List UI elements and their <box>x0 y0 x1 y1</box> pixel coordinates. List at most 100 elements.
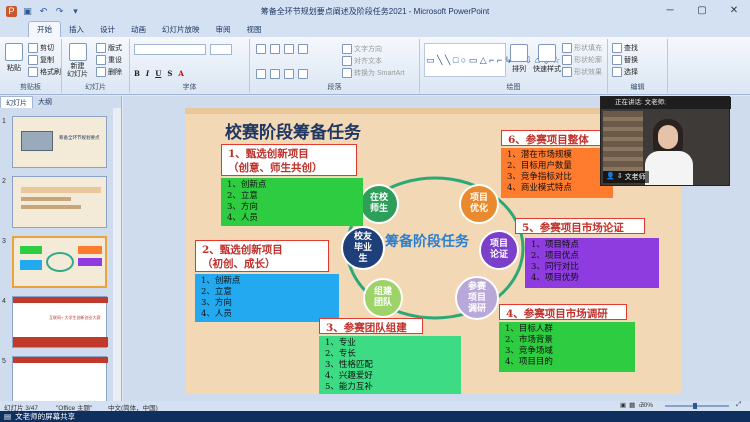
thumb-block <box>20 260 42 270</box>
section-6-list: 1、潜在市场规模 2、目标用户数量 3、竞争指标对比 4、商业模式特点 <box>501 148 613 198</box>
clipboard-group-label: 剪贴板 <box>20 84 41 91</box>
underline-icon[interactable]: U <box>155 69 161 78</box>
speaker-label: 👤 ⇩ 文老师 <box>603 171 649 183</box>
smartart-button[interactable]: 转换为 SmartArt <box>342 68 405 78</box>
font-color-icon[interactable]: A <box>178 69 183 78</box>
copy-icon <box>28 55 38 65</box>
layout-button[interactable]: 版式 <box>96 43 122 53</box>
slides-group-label: 幻灯片 <box>85 84 106 91</box>
copy-button[interactable]: 复制 <box>28 55 54 65</box>
font-size-select[interactable] <box>210 44 232 55</box>
slide-thumbnail-2[interactable] <box>12 176 107 228</box>
font-family-select[interactable] <box>134 44 206 55</box>
tab-design[interactable]: 设计 <box>92 22 123 37</box>
text-direction-button[interactable]: 文字方向 <box>342 44 382 54</box>
find-button[interactable]: 查找 <box>612 43 638 53</box>
list-item: 2、立意 <box>201 287 232 297</box>
italic-icon[interactable]: I <box>146 69 149 78</box>
slide-thumbnail-1[interactable]: 筹备全环节规划要点 <box>12 116 107 168</box>
paragraph-group: 文字方向 对齐文本 转换为 SmartArt 段落 <box>250 39 420 93</box>
format-painter-button[interactable]: 格式刷 <box>28 67 61 77</box>
zoom-level[interactable]: 70% <box>640 402 653 409</box>
screen-share-icon: ▤ <box>4 412 12 421</box>
delete-slide-button[interactable]: 删除 <box>96 67 122 77</box>
list-item: 2、项目优点 <box>531 251 579 261</box>
shape-fill-button[interactable]: 形状填充 <box>562 43 602 53</box>
align-center-icon[interactable] <box>270 69 280 79</box>
list-item: 4、人员 <box>227 213 258 223</box>
align-text-icon <box>342 56 352 66</box>
tab-home[interactable]: 开始 <box>28 21 61 37</box>
smartart-icon <box>342 68 352 78</box>
align-text-button[interactable]: 对齐文本 <box>342 56 382 66</box>
indent-icon[interactable] <box>284 44 294 54</box>
tab-insert[interactable]: 插入 <box>61 22 92 37</box>
thumb-bar <box>13 337 108 347</box>
slides-group: 新建 幻灯片 版式 重设 删除 幻灯片 <box>62 39 130 93</box>
justify-icon[interactable] <box>298 69 308 79</box>
shape-effects-button[interactable]: 形状效果 <box>562 67 602 77</box>
replace-icon <box>612 55 622 65</box>
quick-styles-button[interactable]: 快速样式 <box>533 44 561 74</box>
replace-button[interactable]: 替换 <box>612 55 638 65</box>
tab-slideshow[interactable]: 幻灯片放映 <box>154 22 208 37</box>
cut-button[interactable]: 剪切 <box>28 43 54 53</box>
thumb-number: 3 <box>2 238 6 245</box>
list-item: 4、兴趣爱好 <box>325 371 373 381</box>
list-item: 3、方向 <box>201 298 232 308</box>
screen-share-bar: ▤ 文老师的屏幕共享 <box>0 411 750 422</box>
thumb-number: 5 <box>2 358 6 365</box>
tab-outline-panel[interactable]: 大纲 <box>33 96 57 108</box>
speaker-face <box>658 125 678 149</box>
mic-icon: ⇩ <box>616 173 623 180</box>
fit-to-window-icon[interactable]: ⤢ <box>736 401 741 409</box>
shapes-gallery[interactable]: ▭ ╲ ╲ □ ○ ▭ △ ⌐ ⌐ ↳ ⇨ ⇩ ⌂ ◇ ☆ { } <box>424 43 571 77</box>
thumbnail-scrollbar[interactable] <box>113 108 121 401</box>
section-6-heading: 6、参赛项目整体 <box>501 130 613 146</box>
tab-review[interactable]: 审阅 <box>208 22 239 37</box>
paste-button[interactable]: 粘贴 <box>5 43 23 73</box>
select-button[interactable]: 选择 <box>612 67 638 77</box>
paste-icon <box>5 43 23 61</box>
drawing-group-label: 绘图 <box>506 84 521 91</box>
close-icon[interactable]: ✕ <box>718 0 750 22</box>
speaker-body <box>645 151 693 185</box>
shape-outline-button[interactable]: 形状轮廓 <box>562 55 602 65</box>
speaker-video-panel[interactable]: 正在讲话: 文老师; 👤 ⇩ 文老师 <box>600 96 731 186</box>
sorter-view-icon[interactable]: ▦ <box>629 401 635 409</box>
minimize-icon[interactable]: ─ <box>654 0 686 22</box>
bold-icon[interactable]: B <box>134 69 140 78</box>
list-item: 1、创新点 <box>227 180 267 190</box>
slide-thumbnail-3[interactable] <box>12 236 107 288</box>
align-right-icon[interactable] <box>284 69 294 79</box>
thumb-bar <box>13 357 108 363</box>
arrange-button[interactable]: 排列 <box>510 44 528 74</box>
user-icon: 👤 <box>606 173 615 180</box>
reset-button[interactable]: 重设 <box>96 55 122 65</box>
line-spacing-icon[interactable] <box>298 44 308 54</box>
select-icon <box>612 67 622 77</box>
bullets-icon[interactable] <box>256 44 266 54</box>
thumb-bar <box>13 297 108 303</box>
tab-animation[interactable]: 动画 <box>123 22 154 37</box>
list-item: 4、商业模式特点 <box>507 183 572 193</box>
new-slide-button[interactable]: 新建 幻灯片 <box>67 43 88 79</box>
section-1-list: 1、创新点 2、立意 3、方向 4、人员 <box>221 178 363 226</box>
numbering-icon[interactable] <box>270 44 280 54</box>
zoom-slider-thumb[interactable] <box>693 403 697 409</box>
zoom-slider[interactable] <box>665 405 729 407</box>
normal-view-icon[interactable]: ▣ <box>620 401 626 409</box>
tab-slides-panel[interactable]: 幻灯片 <box>0 96 33 108</box>
ribbon-tabs: 开始 插入 设计 动画 幻灯片放映 审阅 视图 <box>0 21 750 37</box>
list-item: 3、性格匹配 <box>325 360 373 370</box>
scissors-icon <box>28 43 38 53</box>
effects-icon <box>562 67 572 77</box>
align-left-icon[interactable] <box>256 69 266 79</box>
strikethrough-icon[interactable]: S <box>167 69 172 78</box>
tab-view[interactable]: 视图 <box>239 22 270 37</box>
slide-thumbnail-4[interactable]: 互联网+ 大学生创新创业大赛 <box>12 296 108 348</box>
maximize-icon[interactable]: ▢ <box>686 0 718 22</box>
circle-teachers: 在校 师生 <box>359 184 399 224</box>
list-item: 3、方向 <box>227 202 258 212</box>
paragraph-group-label: 段落 <box>327 84 342 91</box>
